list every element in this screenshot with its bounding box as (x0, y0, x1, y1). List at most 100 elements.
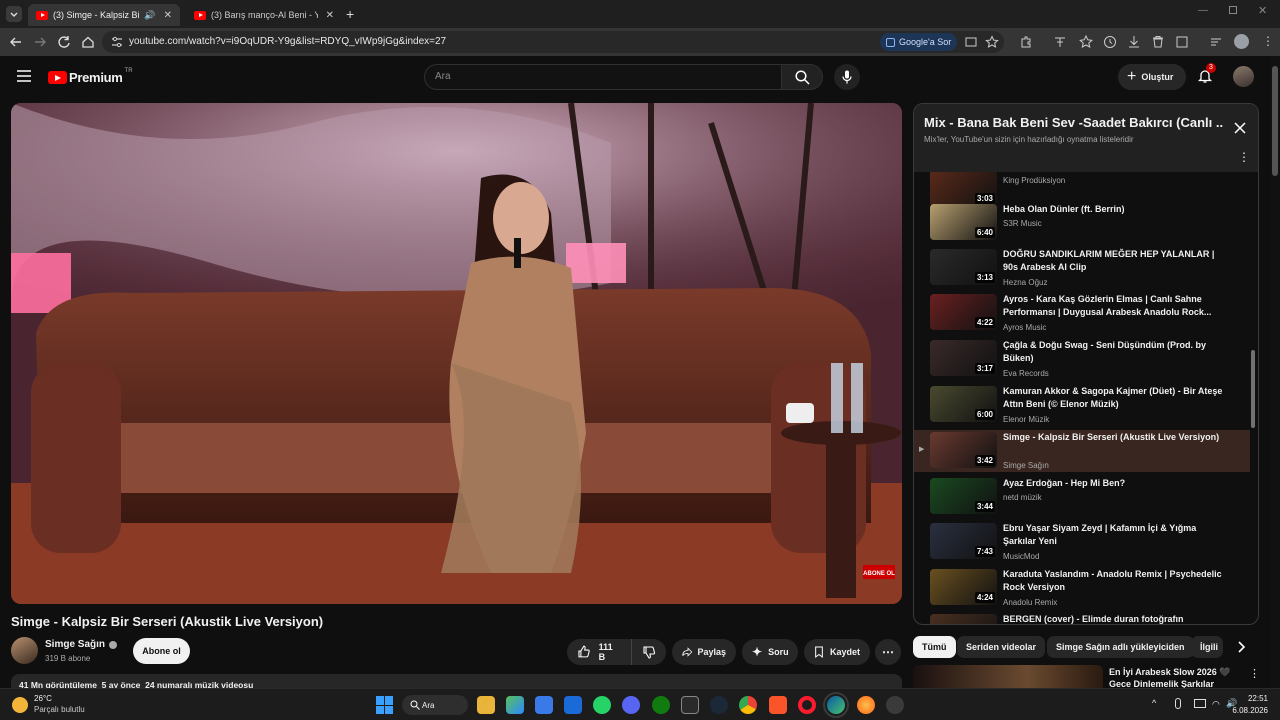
steam-icon[interactable] (710, 696, 728, 714)
playlist-item[interactable]: 3:17 Çağla & Doğu Swag - Seni Düşündüm (P… (914, 338, 1250, 382)
subscribe-button[interactable]: Abone ol (133, 638, 190, 664)
browser-tab[interactable]: (3) Barış manço-Al Beni - YouTu ✕ (186, 4, 342, 26)
site-settings-icon[interactable] (110, 35, 124, 49)
reader-icon[interactable] (1174, 34, 1190, 50)
display-tray-icon[interactable] (1194, 699, 1206, 708)
chip-scroll-right[interactable] (1234, 640, 1248, 654)
url-text[interactable]: youtube.com/watch?v=i9OqUDR-Y9g&list=RDY… (129, 36, 446, 47)
trash-icon[interactable] (1150, 34, 1166, 50)
discord-icon[interactable] (622, 696, 640, 714)
dislike-button[interactable] (631, 639, 666, 665)
speaker-icon[interactable]: 🔊 (144, 10, 155, 21)
bookmark-star-icon[interactable] (985, 35, 999, 49)
tab-search-button[interactable] (6, 6, 22, 22)
account-avatar[interactable] (1233, 66, 1254, 87)
page-scrollbar[interactable] (1270, 56, 1280, 688)
like-button[interactable]: 111 B (567, 639, 631, 665)
chip-all[interactable]: Tümü (913, 636, 956, 658)
share-button[interactable]: Paylaş (672, 639, 736, 665)
notifications-button[interactable]: 3 (1197, 63, 1216, 86)
chrome-icon[interactable] (739, 696, 757, 714)
playlist-item[interactable]: 3:44 Ayaz Erdoğan - Hep Mi Ben? netd müzik (914, 476, 1250, 520)
forward-arrow-icon[interactable] (32, 34, 48, 50)
description-box[interactable]: 41 Mn görüntüleme 5 ay önce 24 numaralı … (11, 674, 902, 688)
playlist-item-current[interactable]: ▶ 3:42 Simge - Kalpsiz Bir Serseri (Akusti… (914, 430, 1250, 472)
firefox-icon[interactable] (857, 696, 875, 714)
back-arrow-icon[interactable] (8, 34, 24, 50)
voice-search-button[interactable] (834, 64, 860, 90)
more-horizontal-icon: ⋯ (882, 645, 894, 659)
playlist-item[interactable]: 6:40 Heba Olan Dünler (ft. Berrin) S3R Mus… (914, 202, 1250, 246)
close-window-button[interactable]: ✕ (1258, 4, 1267, 17)
recommendation-menu-icon[interactable]: ⋮ (1249, 667, 1259, 680)
ask-button[interactable]: ✦ Soru (742, 639, 798, 665)
opera-icon[interactable] (798, 696, 816, 714)
reload-icon[interactable] (56, 34, 72, 50)
close-tab-icon[interactable]: ✕ (326, 10, 334, 21)
playlist-item[interactable]: 3:13 DOĞRU SANDIKLARIM MEĞER HEP YALANLAR… (914, 247, 1250, 291)
hamburger-menu-icon[interactable] (17, 70, 31, 82)
brave-icon[interactable] (769, 696, 787, 714)
translate-icon[interactable] (1052, 34, 1068, 50)
chip-uploader[interactable]: Simge Sağın adlı yükleyiciden (1047, 636, 1194, 658)
duration-badge: 3:42 (974, 455, 995, 466)
playlist-title[interactable]: Mix - Bana Bak Beni Sev -Saadet Bakırcı … (924, 115, 1224, 130)
more-menu-icon[interactable]: ⋮ (1262, 33, 1274, 49)
epic-games-icon[interactable] (681, 696, 699, 714)
subscribe-label: Abone ol (142, 646, 181, 656)
close-tab-icon[interactable]: ✕ (164, 10, 172, 21)
taskbar-search[interactable]: Ara (402, 695, 468, 715)
playlist-menu-icon[interactable]: ⋮ (1238, 150, 1250, 164)
google-ask-button[interactable]: Google'a Sor (880, 33, 958, 51)
minimize-button[interactable]: — (1198, 5, 1208, 16)
file-explorer-icon[interactable] (477, 696, 495, 714)
windows-start-icon[interactable] (376, 696, 394, 714)
playlist-scrollbar[interactable] (1250, 178, 1256, 622)
history-icon[interactable] (1102, 34, 1118, 50)
chip-related[interactable]: İlgili (1191, 636, 1223, 658)
microphone-tray-icon[interactable] (1175, 698, 1181, 709)
create-button[interactable]: + Oluştur (1118, 64, 1186, 90)
home-icon[interactable] (80, 34, 96, 50)
chip-series[interactable]: Seriden videolar (957, 636, 1046, 658)
subscribe-watermark[interactable]: ABONE OL (863, 565, 895, 579)
save-button[interactable]: Kaydet (804, 639, 870, 665)
clock-date[interactable]: 6.08.2026 (1228, 706, 1268, 715)
calendar-icon[interactable] (535, 696, 553, 714)
playlist-item[interactable]: 4:24 Karaduta Yaslandım - Anadolu Remix |… (914, 567, 1250, 611)
channel-name[interactable]: Simge Sağın (45, 639, 118, 650)
clock-time[interactable]: 22:51 (1240, 694, 1268, 703)
weather-widget[interactable]: 26°C Parçalı bulutlu (12, 694, 122, 716)
whatsapp-icon[interactable] (593, 696, 611, 714)
playlist-item[interactable]: BERGEN (cover) - Elimde duran fotoğrafın (914, 612, 1250, 624)
playlist-item[interactable]: 4:22 Ayros - Kara Kaş Gözlerin Elmas | Ca… (914, 292, 1250, 336)
restore-button[interactable] (1229, 6, 1237, 14)
tray-chevron-icon[interactable]: ^ (1152, 698, 1156, 708)
wifi-tray-icon[interactable]: ◠ (1212, 699, 1220, 710)
search-input[interactable]: Ara (424, 64, 782, 90)
extensions-icon[interactable] (1018, 34, 1034, 50)
playlist-item[interactable]: 6:00 Kamuran Akkor & Sagopa Kajmer (Düet)… (914, 384, 1250, 428)
cast-icon[interactable] (964, 35, 978, 49)
xbox-icon[interactable] (652, 696, 670, 714)
close-icon[interactable] (1234, 122, 1246, 134)
outlook-icon[interactable] (564, 696, 582, 714)
more-actions-button[interactable]: ⋯ (875, 639, 901, 665)
video-player[interactable]: ABONE OL (11, 103, 902, 604)
browser-tab-active[interactable]: (3) Simge - Kalpsiz Bir Serse 🔊 ✕ (28, 4, 180, 26)
store-icon[interactable] (506, 696, 524, 714)
edge-icon[interactable] (823, 692, 849, 718)
playlist-item[interactable]: 7:43 Ebru Yaşar Siyam Zeyd | Kafamın İçi … (914, 521, 1250, 565)
new-tab-button[interactable]: + (346, 6, 354, 22)
app-icon[interactable] (886, 696, 904, 714)
collections-icon[interactable] (1208, 34, 1224, 50)
favorites-icon[interactable] (1078, 34, 1094, 50)
search-button[interactable] (781, 64, 823, 90)
profile-avatar[interactable] (1234, 34, 1249, 49)
address-bar[interactable]: youtube.com/watch?v=i9OqUDR-Y9g&list=RDY… (102, 31, 1004, 53)
channel-avatar[interactable] (11, 637, 38, 664)
youtube-logo[interactable]: Premium TR (48, 68, 133, 85)
recommendation-item[interactable]: En İyi Arabesk Slow 2026 🖤 Gece Dinlemel… (913, 665, 1259, 688)
youtube-favicon-icon (194, 10, 206, 20)
download-icon[interactable] (1126, 34, 1142, 50)
